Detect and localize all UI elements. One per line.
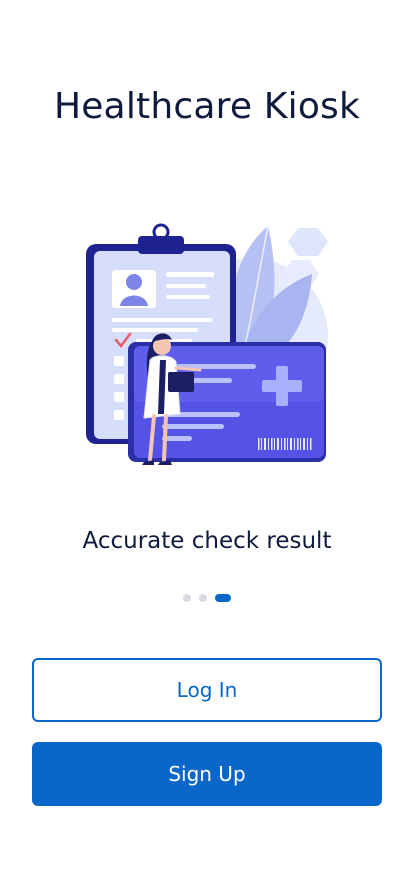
pagination-dot-2[interactable] <box>199 594 207 602</box>
pagination-dot-1[interactable] <box>183 594 191 602</box>
pagination-dots <box>0 594 414 602</box>
page-title: Healthcare Kiosk <box>53 86 361 127</box>
pagination-dot-3-active[interactable] <box>215 594 231 602</box>
signup-button[interactable]: Sign Up <box>32 742 382 806</box>
login-button[interactable]: Log In <box>32 658 382 722</box>
doctor-with-medical-card-illustration <box>80 218 336 474</box>
slide-caption: Accurate check result <box>82 528 332 554</box>
